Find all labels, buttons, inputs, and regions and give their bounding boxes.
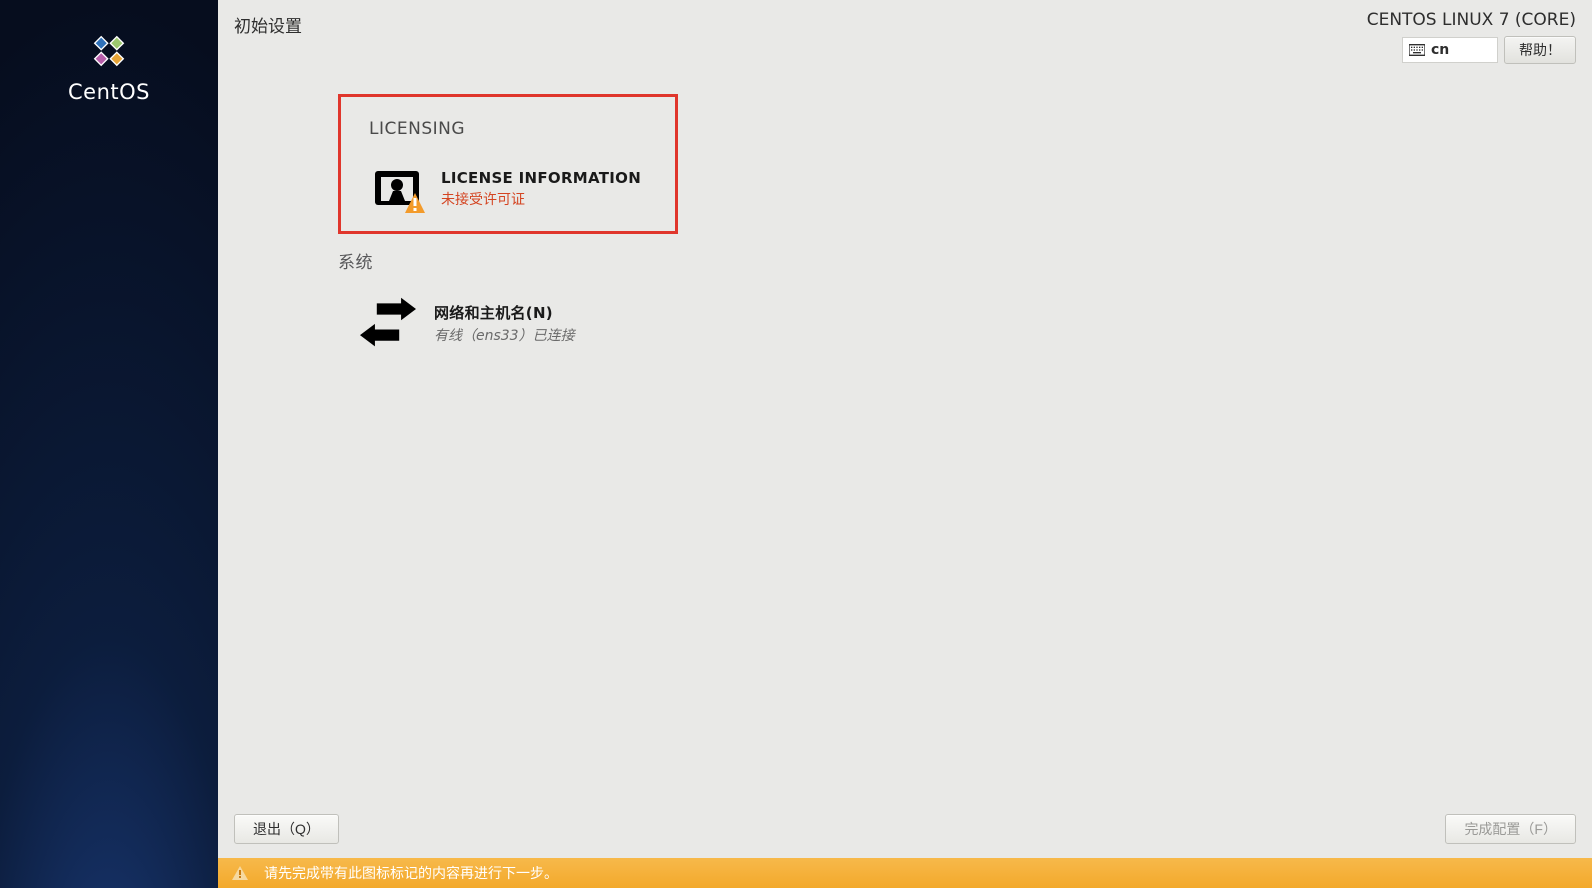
warning-icon (232, 866, 248, 880)
quit-button[interactable]: 退出（Q） (234, 814, 339, 844)
content: LICENSING LICEN (218, 64, 1592, 804)
centos-logo-text: CentOS (68, 80, 150, 104)
keyboard-layout-text: cn (1431, 42, 1449, 58)
network-spoke-title: 网络和主机名(N) (434, 302, 575, 323)
help-button[interactable]: 帮助！ (1504, 36, 1576, 64)
warning-message: 请先完成带有此图标标记的内容再进行下一步。 (264, 863, 558, 883)
license-spoke-status: 未接受许可证 (441, 189, 641, 209)
license-spoke-title: LICENSE INFORMATION (441, 169, 641, 187)
footer: 退出（Q） 完成配置（F） (218, 804, 1592, 858)
header: 初始设置 CENTOS LINUX 7 (CORE) cn 帮助！ (218, 0, 1592, 64)
license-information-spoke[interactable]: LICENSE INFORMATION 未接受许可证 (369, 161, 657, 217)
network-icon (360, 295, 416, 351)
licensing-highlight: LICENSING LICEN (338, 94, 678, 234)
main-panel: 初始设置 CENTOS LINUX 7 (CORE) cn 帮助！ (218, 0, 1592, 888)
licensing-heading: LICENSING (369, 119, 657, 139)
os-label: CENTOS LINUX 7 (CORE) (1367, 10, 1576, 30)
system-heading: 系统 (338, 248, 1576, 273)
keyboard-icon (1409, 44, 1425, 56)
keyboard-layout-indicator[interactable]: cn (1402, 37, 1498, 63)
centos-logo-icon (86, 28, 132, 74)
warning-bar: 请先完成带有此图标标记的内容再进行下一步。 (218, 858, 1592, 888)
centos-logo: CentOS (68, 28, 150, 104)
license-icon (369, 161, 425, 217)
sidebar: CentOS (0, 0, 218, 888)
network-spoke-status: 有线（ens33）已连接 (434, 325, 575, 345)
page-title: 初始设置 (234, 10, 302, 37)
finish-configuration-button[interactable]: 完成配置（F） (1445, 814, 1576, 844)
network-hostname-spoke[interactable]: 网络和主机名(N) 有线（ens33）已连接 (338, 291, 1576, 371)
